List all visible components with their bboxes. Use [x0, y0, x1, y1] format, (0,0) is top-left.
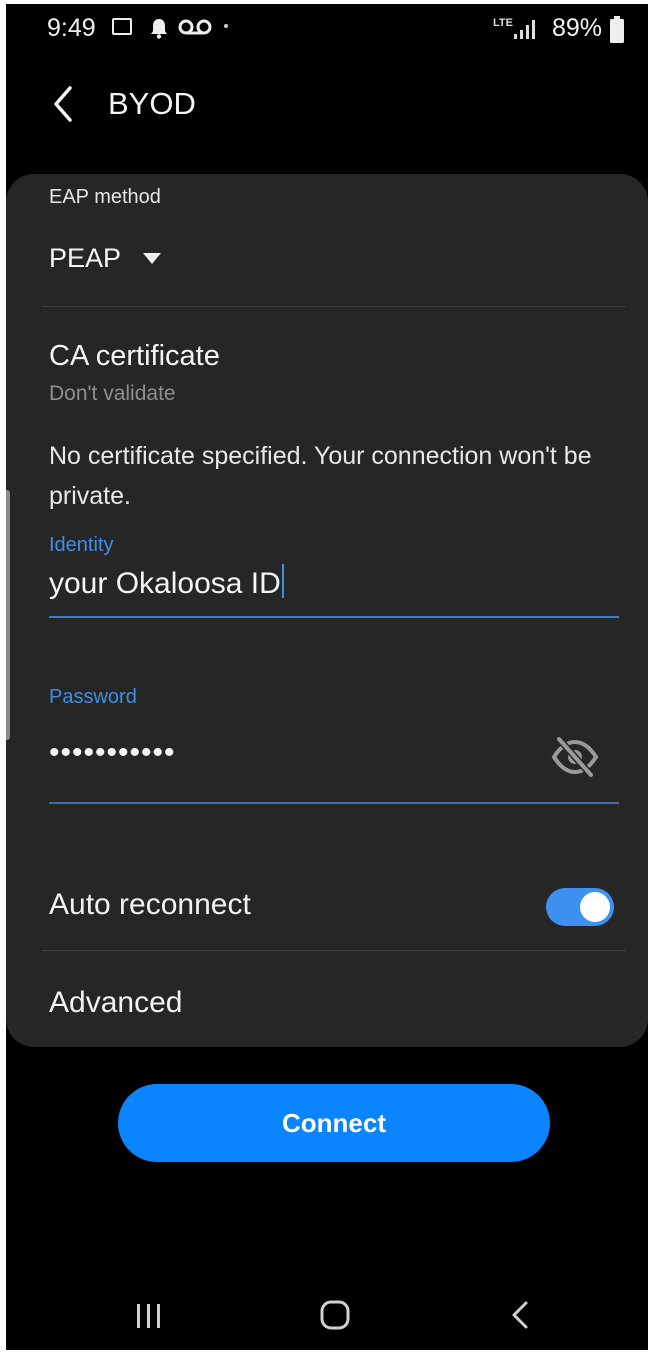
network-type: LTE	[493, 17, 513, 29]
eap-method-label: EAP method	[49, 186, 161, 208]
identity-label: Identity	[49, 534, 114, 556]
page-title: BYOD	[108, 86, 196, 121]
password-label: Password	[49, 686, 137, 708]
screen: 9:49 LTE 89% BYOD EAP method PEAP CA cer…	[6, 4, 648, 1350]
toggle-knob	[580, 892, 610, 922]
caret-down-icon	[143, 252, 162, 264]
ca-certificate-setting[interactable]: CA certificate Don't validate	[6, 334, 648, 414]
ca-certificate-title: CA certificate	[49, 340, 220, 372]
signal-icon	[514, 20, 535, 39]
recent-apps-icon[interactable]	[134, 1302, 164, 1330]
gallery-icon	[112, 18, 132, 35]
auto-reconnect-setting[interactable]: Auto reconnect	[6, 874, 648, 940]
identity-input[interactable]: your Okaloosa ID	[49, 564, 619, 612]
battery-icon	[610, 16, 624, 43]
scroll-indicator[interactable]	[6, 490, 10, 740]
eap-method-value: PEAP	[49, 242, 122, 273]
ca-certificate-value: Don't validate	[49, 382, 176, 405]
advanced-label: Advanced	[49, 986, 183, 1019]
auto-reconnect-toggle[interactable]	[546, 888, 614, 926]
password-input[interactable]: •••••••••••	[49, 736, 176, 770]
advanced-setting[interactable]: Advanced	[6, 974, 648, 1034]
notification-dot-icon	[224, 24, 228, 28]
back-icon[interactable]	[508, 1300, 532, 1330]
status-bar: 9:49 LTE 89%	[6, 4, 648, 56]
eye-off-icon[interactable]	[550, 734, 600, 780]
password-value: •••••••••••	[49, 736, 176, 769]
identity-value: your Okaloosa ID	[49, 567, 281, 600]
divider	[42, 950, 626, 951]
bell-icon	[151, 19, 167, 39]
voicemail-icon	[178, 19, 212, 35]
password-underline	[49, 802, 619, 804]
navigation-bar	[6, 1274, 648, 1350]
battery-percent: 89%	[552, 14, 603, 42]
app-header: BYOD	[6, 64, 648, 144]
home-icon[interactable]	[320, 1300, 350, 1330]
divider	[42, 306, 626, 307]
auto-reconnect-label: Auto reconnect	[49, 888, 251, 921]
eap-method-dropdown[interactable]: PEAP	[49, 238, 162, 278]
text-cursor	[281, 564, 284, 598]
status-time: 9:49	[47, 14, 96, 42]
certificate-warning: No certificate specified. Your connectio…	[49, 442, 592, 510]
chevron-left-icon[interactable]	[46, 82, 82, 126]
identity-underline	[49, 616, 619, 618]
connect-button[interactable]: Connect	[118, 1084, 550, 1162]
